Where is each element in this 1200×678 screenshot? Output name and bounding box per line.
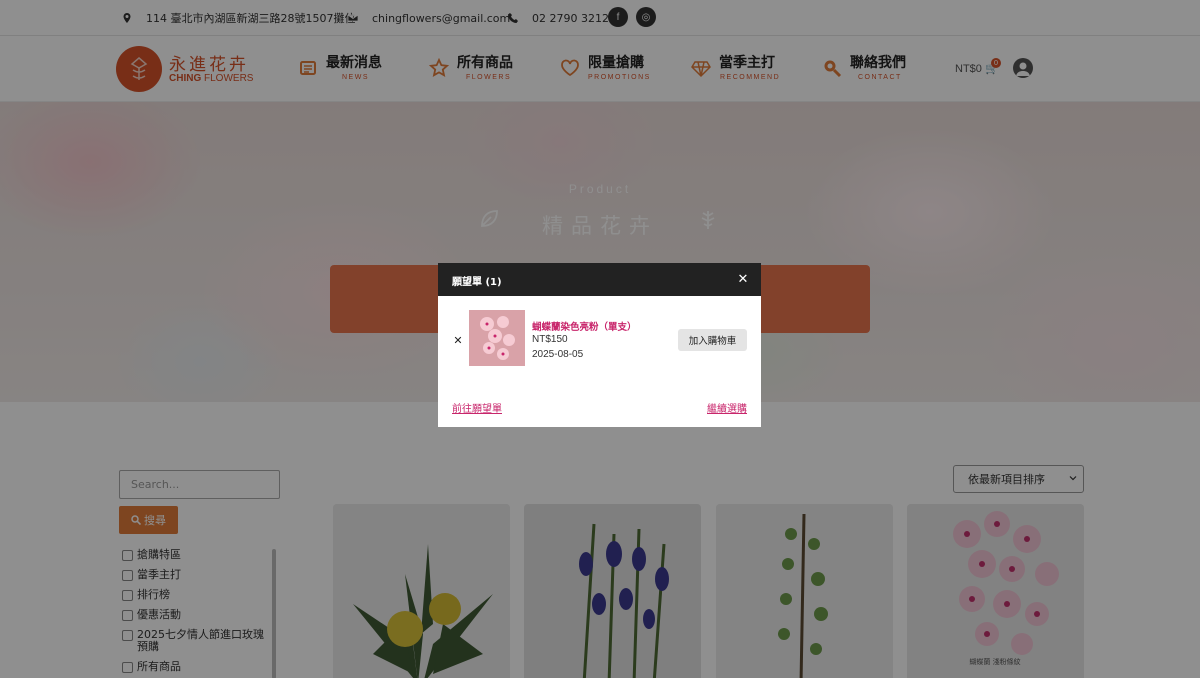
wishlist-item-thumbnail[interactable] — [469, 310, 525, 366]
go-to-wishlist-link[interactable]: 前往願望單 — [452, 400, 502, 415]
close-icon[interactable]: ✕ — [735, 271, 751, 287]
wishlist-item-date: 2025-08-05 — [532, 349, 584, 360]
orchid-thumbnail-image — [469, 310, 525, 366]
continue-shopping-link[interactable]: 繼續選購 — [707, 400, 747, 415]
wishlist-modal-title: 願望單 (1) — [452, 277, 502, 288]
wishlist-item-price: NT$150 — [532, 334, 568, 345]
remove-item-icon[interactable]: ✕ — [452, 333, 464, 347]
wishlist-modal-header: 願望單 (1) ✕ — [438, 263, 761, 296]
add-to-cart-button[interactable]: 加入購物車 — [678, 329, 747, 351]
wishlist-item-name[interactable]: 蝴蝶蘭染色亮粉（單支） — [532, 319, 637, 333]
wishlist-modal: 願望單 (1) ✕ ✕ 蝴蝶蘭染色亮粉（單支） NT$150 2025-08-0… — [438, 263, 761, 427]
